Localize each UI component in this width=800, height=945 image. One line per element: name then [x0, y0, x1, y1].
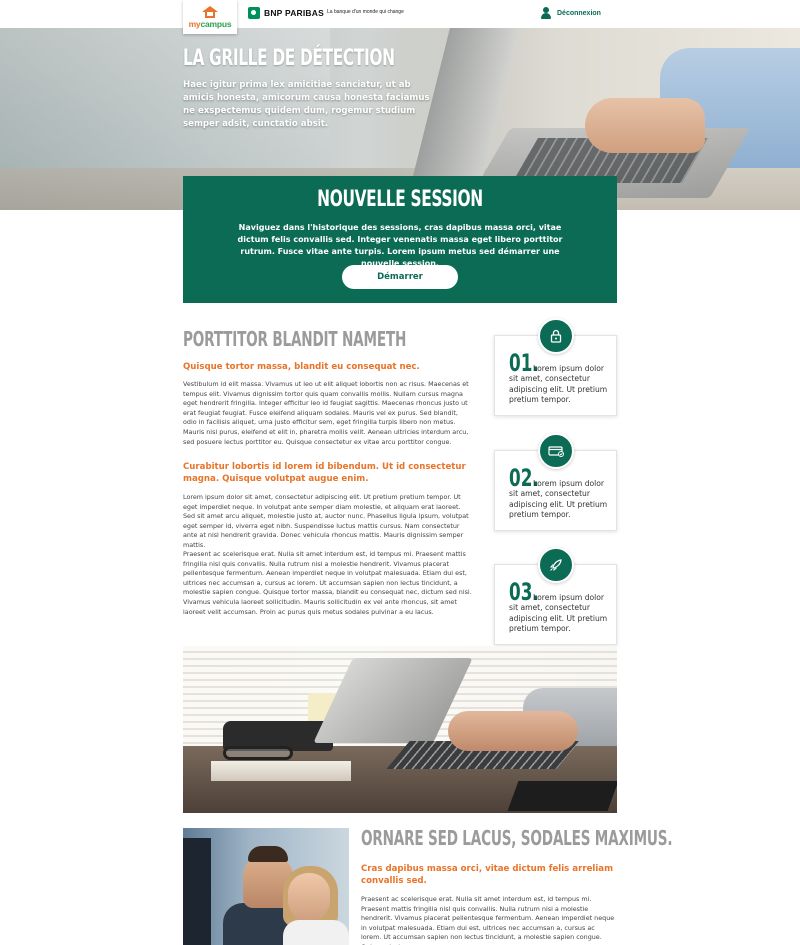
section2-paragraph: Praesent ac scelerisque erat. Nulla sit …: [361, 895, 615, 945]
step-card-2: 02. Lorem ipsum dolor sit amet, consecte…: [494, 433, 617, 531]
office-laptop-photo: [183, 646, 617, 813]
hero-title: LA GRILLE DE DÉTECTION: [183, 46, 395, 71]
start-session-button[interactable]: Démarrer: [342, 265, 458, 289]
logout-link[interactable]: Déconnexion: [541, 7, 601, 19]
logo-text-accent: campus: [200, 18, 232, 29]
step-card-1: 01. Lorem ipsum dolor sit amet, consecte…: [494, 318, 617, 416]
logo-text-main: my: [188, 18, 201, 29]
step-text: Lorem ipsum dolor sit amet, consectetur …: [509, 593, 608, 633]
session-text: Naviguez dans l'historique des sessions,…: [237, 223, 563, 268]
bank-name: BNP PARIBAS: [264, 8, 324, 18]
hero-text: Haec igitur prima lex amicitiae sanciatu…: [183, 80, 430, 129]
step-text: Lorem ipsum dolor sit amet, consectetur …: [509, 479, 608, 519]
article-title: PORTTITOR BLANDIT NAMETH: [183, 327, 407, 351]
article-paragraph-3: Praesent ac scelerisque erat. Nulla sit …: [183, 550, 472, 616]
section2-title: ORNARE SED LACUS, SODALES MAXIMUS.: [361, 826, 673, 850]
house-icon: [202, 5, 218, 18]
bnp-stars-icon: [248, 7, 260, 19]
new-session-card: NOUVELLE SESSION Naviguez dans l'histori…: [183, 176, 617, 303]
rocket-icon: [538, 547, 574, 583]
logout-label: Déconnexion: [557, 9, 601, 17]
article-paragraph-2: Lorem ipsum dolor sit amet, consectetur …: [183, 493, 469, 549]
lock-icon: [538, 318, 574, 354]
bnp-paribas-logo[interactable]: BNP PARIBAS: [248, 7, 324, 19]
section2-lead: Cras dapibus massa orci, vitae dictum fe…: [361, 864, 614, 886]
session-title: NOUVELLE SESSION: [317, 187, 483, 212]
article-paragraph-1: Vestibulum id elit massa. Vivamus ut leo…: [183, 380, 469, 446]
team-photo: [183, 828, 349, 945]
credit-card-icon: [538, 433, 574, 469]
mycampus-logo[interactable]: mycampus: [183, 0, 237, 34]
top-navbar: mycampus BNP PARIBAS La banque d'un mond…: [0, 0, 800, 34]
step-text: Lorem ipsum dolor sit amet, consectetur …: [509, 364, 608, 404]
article-lead-1: Quisque tortor massa, blandit eu consequ…: [183, 362, 420, 372]
user-icon: [541, 7, 551, 19]
bank-tagline: La banque d'un monde qui change: [327, 9, 404, 15]
step-card-3: 03. Lorem ipsum dolor sit amet, consecte…: [494, 547, 617, 645]
article-lead-2: Curabitur lobortis id lorem id bibendum.…: [183, 462, 466, 484]
